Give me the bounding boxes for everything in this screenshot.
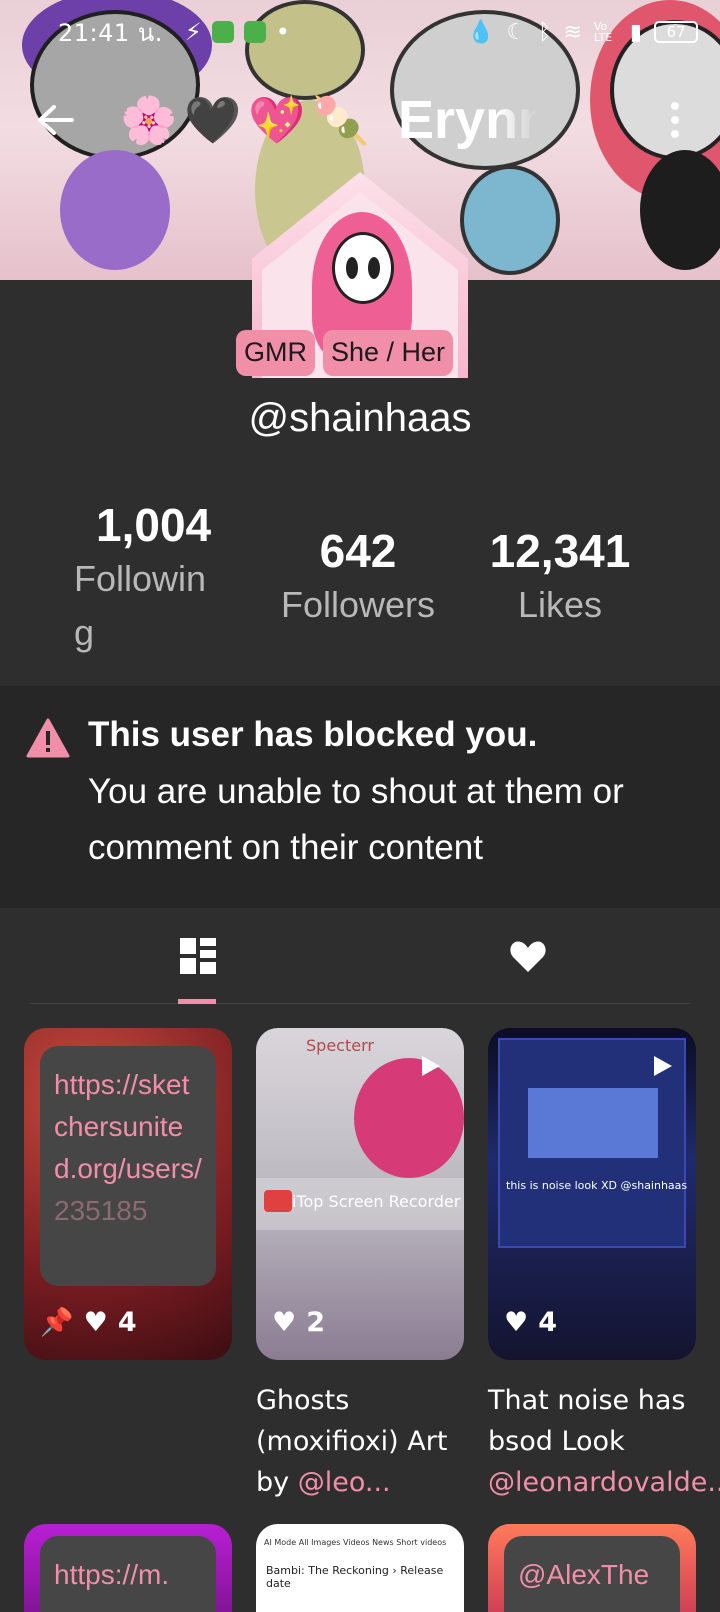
- blocked-text: You are unable to shout at them or comme…: [88, 772, 624, 867]
- back-arrow-icon[interactable]: [30, 95, 80, 145]
- caption-mention[interactable]: @leo...: [298, 1467, 391, 1498]
- profile-display-name: Erynn: [398, 90, 538, 150]
- followers-count: 642: [319, 525, 397, 577]
- link-main: https://sketchersunited.org/users/: [54, 1069, 202, 1184]
- play-icon: [422, 1056, 440, 1076]
- thumbnail-watermark: Specterr: [306, 1036, 374, 1055]
- thumbnail-text: AI Mode All Images Videos News Short vid…: [264, 1538, 447, 1547]
- link-faded: 235185: [54, 1195, 148, 1226]
- badge-gmr: GMR: [236, 330, 315, 376]
- post-caption[interactable]: Ghosts (moxifioxi) Art by @leo...: [256, 1380, 466, 1503]
- followers-label: Followers: [280, 584, 436, 625]
- avatar-art: [346, 257, 358, 279]
- heart-icon: ♥: [504, 1307, 529, 1338]
- caption-text: That noise has bsod Look: [488, 1385, 686, 1457]
- sparkling-heart-emoji: 💖: [248, 93, 306, 147]
- pin-icon: 📌: [40, 1307, 74, 1338]
- thumbnail-text: this is noise look XD @shainhaas: [506, 1179, 688, 1192]
- content-tabs: [30, 908, 690, 1004]
- like-count: 4: [117, 1306, 137, 1338]
- active-tab-indicator: [178, 999, 216, 1004]
- black-heart-emoji: 🖤: [184, 93, 242, 147]
- post-meta: ♥ 2: [272, 1307, 325, 1338]
- likes-count: 12,341: [489, 525, 631, 577]
- notification-icons: ⚡ •: [185, 18, 290, 46]
- badge-pronouns: She / Her: [323, 330, 454, 376]
- post-link-text: https://m.: [40, 1536, 216, 1612]
- status-time: 21:41 น.: [58, 18, 163, 47]
- top-bar: 🌸 🖤 💖 🍡 Erynn: [0, 80, 720, 160]
- heart-icon: ♥: [272, 1307, 297, 1338]
- following-label: Following: [74, 558, 207, 653]
- bluetooth-icon: ᛒ: [538, 19, 552, 45]
- system-icons: 💧 ☾ ᛒ ≋ Vo LTE ▮ 67: [467, 20, 698, 45]
- lightning-icon: ⚡: [184, 18, 202, 46]
- moon-icon: ☾: [506, 19, 527, 45]
- dango-emoji: 🍡: [312, 93, 370, 147]
- play-icon: [654, 1056, 672, 1076]
- record-icon: [264, 1190, 292, 1212]
- blocked-title: This user has blocked you.: [88, 715, 538, 754]
- post-card[interactable]: https://sketchersunited.org/users/235185…: [24, 1028, 232, 1360]
- post-link-text: https://sketchersunited.org/users/235185: [40, 1046, 216, 1286]
- warning-icon: [26, 718, 70, 758]
- post-link-text: @AlexThe: [504, 1536, 680, 1612]
- post-card[interactable]: AI Mode All Images Videos News Short vid…: [256, 1524, 464, 1612]
- banner-art: [60, 150, 170, 270]
- volte-icon: Vo LTE: [593, 20, 613, 44]
- heart-icon: ♥: [83, 1306, 108, 1338]
- chat-notification-icon: [243, 21, 266, 43]
- like-count: 2: [306, 1307, 326, 1338]
- post-card[interactable]: this is noise look XD @shainhaas ♥ 4: [488, 1028, 696, 1360]
- post-meta: ♥ 4: [504, 1307, 557, 1338]
- avatar-art: [368, 257, 380, 279]
- profile-badges: GMR She / Her: [236, 330, 454, 376]
- post-thumbnail-art: [528, 1088, 658, 1158]
- posts-grid-tab-icon[interactable]: [178, 936, 218, 976]
- wifi-icon: ≋: [563, 19, 582, 45]
- stat-likes: 12,341 Likes: [470, 524, 650, 632]
- cherry-blossom-emoji: 🌸: [120, 93, 178, 147]
- post-card[interactable]: Specterr iTop Screen Recorder ♥ 2: [256, 1028, 464, 1360]
- post-thumbnail-art: [354, 1058, 464, 1178]
- profile-stats: 1,004 Following 642 Followers 12,341 Lik…: [0, 498, 720, 668]
- drop-icon: 💧: [467, 19, 495, 45]
- following-count: 1,004: [96, 499, 212, 551]
- post-card[interactable]: @AlexThe: [488, 1524, 696, 1612]
- thumbnail-overlay-text: iTop Screen Recorder: [292, 1192, 461, 1211]
- caption-mention[interactable]: @leonardovalde...: [488, 1467, 720, 1498]
- dot-icon: •: [275, 18, 290, 46]
- like-count: 4: [538, 1307, 558, 1338]
- signal-icon: ▮: [629, 19, 642, 45]
- status-bar: 21:41 น. ⚡ • 💧 ☾ ᛒ ≋ Vo LTE ▮ 67: [0, 0, 720, 64]
- username: @shainhaas: [248, 396, 472, 440]
- stat-following[interactable]: 1,004 Following: [74, 498, 222, 660]
- avatar-art: [332, 232, 394, 304]
- banner-art: [640, 150, 720, 270]
- thumbnail-text: Bambi: The Reckoning › Release date: [266, 1564, 444, 1590]
- post-caption[interactable]: That noise has bsod Look @leonardovalde.…: [488, 1380, 720, 1503]
- post-card[interactable]: https://m.: [24, 1524, 232, 1612]
- stat-followers[interactable]: 642 Followers: [268, 524, 448, 632]
- post-meta: 📌 ♥ 4: [40, 1306, 137, 1339]
- liked-tab-heart-icon[interactable]: [508, 936, 548, 976]
- app-notification-icon: [211, 21, 234, 43]
- more-options-icon[interactable]: [660, 90, 690, 150]
- battery-icon: 67: [654, 21, 698, 43]
- blocked-notice: This user has blocked you. You are unabl…: [0, 686, 720, 908]
- name-emojis: 🌸 🖤 💖 🍡: [120, 91, 370, 149]
- banner-art: [460, 165, 560, 275]
- likes-label: Likes: [517, 584, 603, 625]
